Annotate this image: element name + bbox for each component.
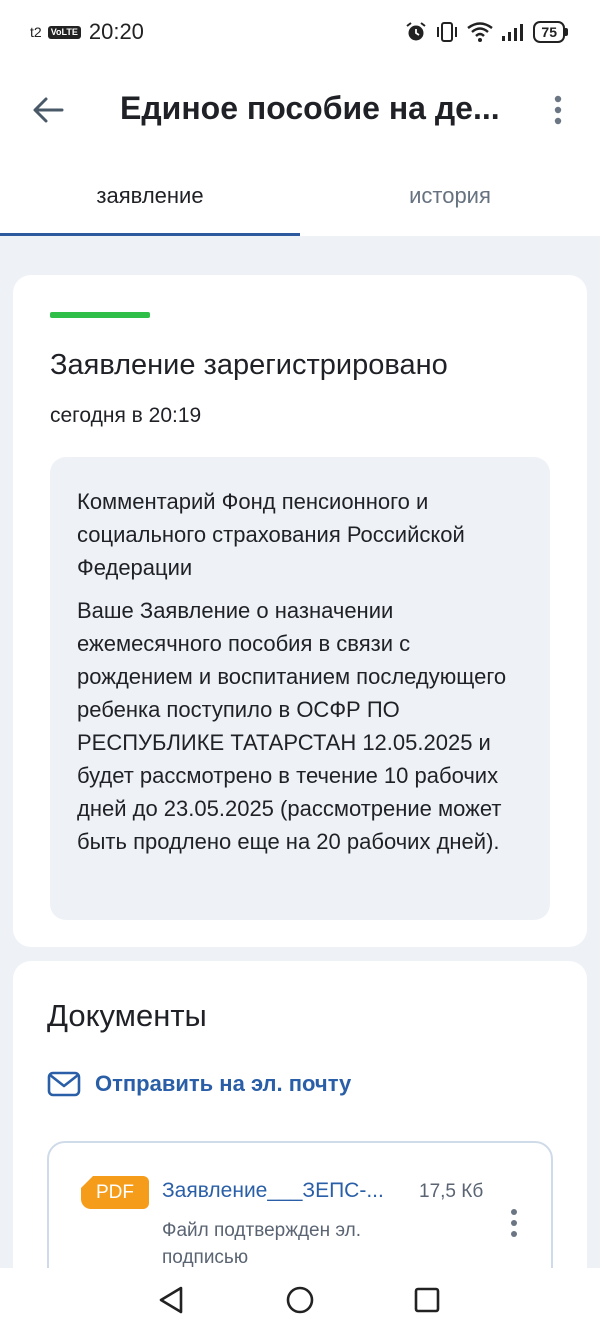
circle-home-icon (286, 1286, 314, 1314)
comment-body: Ваше Заявление о назначении ежемесячного… (77, 598, 507, 854)
more-vertical-icon (554, 95, 562, 125)
status-timestamp: сегодня в 20:19 (50, 404, 202, 427)
vibrate-icon (437, 22, 458, 42)
pdf-file-icon: PDF (81, 1176, 149, 1209)
documents-title: Документы (47, 998, 207, 1033)
nav-back-button[interactable] (155, 1284, 187, 1316)
triangle-back-icon (159, 1286, 183, 1314)
page-title: Единое пособие на де... (120, 90, 500, 126)
app-bar: Единое пособие на де... (0, 64, 600, 156)
tab-application[interactable]: заявление (0, 156, 300, 236)
more-vertical-icon (511, 1209, 517, 1237)
nav-home-button[interactable] (284, 1284, 316, 1316)
documents-card: Документы Отправить на эл. почту PDF Зая… (13, 961, 587, 1321)
file-signature-status: Файл подтвержден эл. подписью (162, 1220, 362, 1268)
volte-badge: VoLTE (47, 25, 81, 39)
status-bar: t2 VoLTE 20:20 75 (0, 0, 600, 64)
status-left: t2 VoLTE 20:20 (30, 19, 144, 45)
wifi-icon (467, 22, 494, 42)
mail-icon (47, 1071, 81, 1097)
send-email-link[interactable]: Отправить на эл. почту (47, 1071, 351, 1097)
square-recents-icon (414, 1287, 440, 1313)
status-title: Заявление зарегистрировано (50, 349, 448, 381)
comment-heading: Комментарий Фонд пенсионного и социально… (77, 489, 465, 580)
arrow-left-icon (33, 97, 64, 123)
tab-bar: заявление история (0, 156, 600, 236)
back-button[interactable] (28, 90, 68, 130)
alarm-icon (406, 22, 427, 41)
send-email-label: Отправить на эл. почту (95, 1071, 352, 1096)
carrier-label: t2 (30, 24, 42, 40)
nav-recents-button[interactable] (411, 1284, 443, 1316)
application-status-card: Заявление зарегистрировано сегодня в 20:… (13, 275, 587, 947)
file-more-button[interactable] (499, 1203, 529, 1243)
more-options-button[interactable] (538, 90, 578, 130)
file-size: 17,5 Кб (419, 1181, 484, 1202)
battery-level: 75 (533, 21, 565, 43)
status-time: 20:20 (88, 19, 144, 44)
comment-box: Комментарий Фонд пенсионного и социально… (50, 457, 550, 920)
battery-icon: 75 (533, 21, 568, 43)
system-nav-bar (0, 1268, 600, 1332)
status-indicator-line (50, 312, 150, 318)
signal-icon (502, 24, 524, 41)
status-right: 75 (405, 21, 568, 43)
tab-history[interactable]: история (300, 156, 600, 236)
file-name[interactable]: Заявление___ЗЕПС-... (162, 1179, 404, 1203)
